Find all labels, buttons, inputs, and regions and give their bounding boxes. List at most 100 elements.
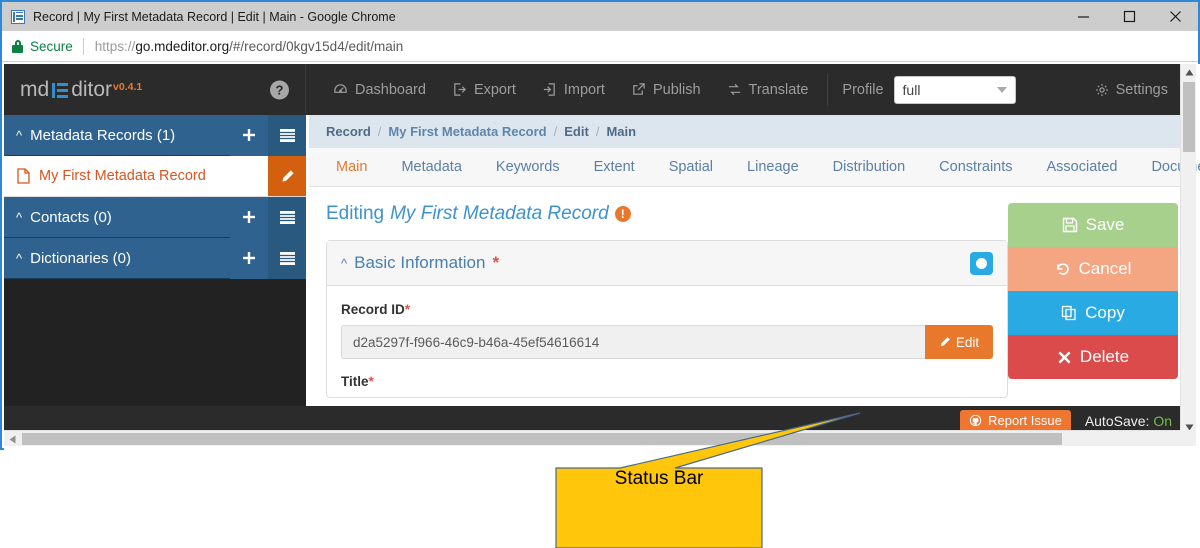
nav-import-label: Import: [563, 81, 605, 98]
save-button-label: Save: [1085, 215, 1125, 234]
title-label-text: Title: [341, 374, 369, 389]
nav-settings[interactable]: Settings: [1082, 64, 1184, 115]
panel-toggle[interactable]: [970, 251, 993, 275]
panel-header[interactable]: ^ Basic Information *: [327, 241, 1007, 286]
sidebar-group-contacts[interactable]: ^ Contacts (0): [4, 196, 306, 238]
pencil-icon: [281, 169, 294, 182]
profile-group: Profile full: [834, 75, 1016, 104]
window-title: Record | My First Metadata Record | Edit…: [33, 9, 396, 24]
copy-icon: [1062, 305, 1076, 321]
sidebar-record-item[interactable]: My First Metadata Record: [4, 156, 306, 197]
tab-associated[interactable]: Associated: [1030, 148, 1135, 186]
required-marker: *: [404, 302, 411, 317]
editing-record-name: My First Metadata Record: [390, 203, 609, 224]
record-id-edit-button[interactable]: Edit: [925, 325, 993, 359]
breadcrumb-item-my-first-metadata-record[interactable]: My First Metadata Record: [388, 124, 546, 139]
tab-extent[interactable]: Extent: [577, 148, 652, 186]
tab-keywords[interactable]: Keywords: [479, 148, 577, 186]
vertical-scrollbar[interactable]: [1180, 64, 1196, 435]
browser-titlebar: Record | My First Metadata Record | Edit…: [2, 2, 1198, 31]
document-icon: [17, 168, 30, 184]
translate-icon: [728, 83, 740, 96]
brand-text: md ditor v0.4.1: [20, 78, 142, 102]
sidebar-group-metadata-records[interactable]: ^ Metadata Records (1): [4, 114, 306, 156]
security-label: Secure: [30, 38, 73, 54]
dashboard-icon: [334, 84, 347, 93]
list-contacts-button[interactable]: [268, 196, 306, 238]
scroll-up-icon[interactable]: [1181, 64, 1197, 80]
basic-information-panel: ^ Basic Information * Record ID* d2a5297…: [326, 240, 1008, 398]
record-id-input[interactable]: d2a5297f-f966-46c9-b46a-45ef54616614: [341, 325, 925, 359]
brand-suffix: ditor: [71, 77, 113, 101]
profile-select[interactable]: full: [893, 75, 1016, 104]
nav-translate-label: Translate: [748, 81, 809, 98]
maximize-icon[interactable]: [1106, 2, 1152, 31]
warning-icon[interactable]: !: [614, 206, 631, 222]
tab-distribution[interactable]: Distribution: [816, 148, 923, 186]
sidebar-record-item-label: My First Metadata Record: [39, 168, 206, 184]
breadcrumb-item-record[interactable]: Record: [326, 124, 371, 139]
required-marker: *: [368, 374, 374, 389]
gear-icon: [1095, 83, 1108, 96]
nav-translate[interactable]: Translate: [714, 64, 822, 115]
tab-lineage[interactable]: Lineage: [730, 148, 816, 186]
urlbar-divider: [82, 37, 84, 55]
close-icon[interactable]: [1152, 2, 1198, 31]
title-label: Title*: [341, 374, 993, 389]
tab-main[interactable]: Main: [319, 148, 384, 186]
nav-publish[interactable]: Publish: [618, 64, 714, 115]
url-scheme: https://: [94, 38, 136, 54]
browser-viewport: md ditor v0.4.1 ? Dashboard Export Impor…: [4, 64, 1200, 450]
breadcrumb-item-edit[interactable]: Edit: [564, 124, 589, 139]
url-text[interactable]: https://go.mdeditor.org/#/record/0kgv15d…: [95, 39, 403, 54]
list-icon: [279, 210, 295, 224]
chevron-up-icon: ^: [16, 250, 23, 266]
nav-dashboard[interactable]: Dashboard: [320, 64, 439, 115]
breadcrumb: Record / My First Metadata Record / Edit…: [309, 115, 1184, 148]
app-navbar: Dashboard Export Import Publish Translat…: [306, 64, 1184, 115]
brand-prefix: md: [20, 77, 50, 101]
breadcrumb-separator: /: [553, 124, 558, 139]
chevron-up-icon: ^: [16, 209, 23, 225]
delete-button[interactable]: Delete: [1008, 335, 1178, 379]
import-icon: [543, 83, 555, 96]
browser-urlbar[interactable]: Secure https://go.mdeditor.org/#/record/…: [2, 31, 1198, 62]
publish-icon: [633, 83, 645, 95]
add-dictionary-button[interactable]: [230, 237, 268, 279]
cancel-button[interactable]: Cancel: [1008, 247, 1178, 291]
panel-title-label: Basic Information: [354, 253, 486, 272]
list-dictionaries-button[interactable]: [268, 237, 306, 279]
vertical-scrollbar-thumb[interactable]: [1183, 82, 1195, 152]
add-metadata-record-button[interactable]: [230, 114, 268, 156]
nav-export[interactable]: Export: [439, 64, 529, 115]
save-button[interactable]: Save: [1008, 203, 1178, 247]
content-area: Record / My First Metadata Record / Edit…: [306, 115, 1200, 435]
minimize-icon[interactable]: [1060, 2, 1106, 31]
app-brand[interactable]: md ditor v0.4.1 ?: [4, 64, 306, 115]
chevron-up-icon: ^: [341, 255, 348, 271]
nav-export-label: Export: [473, 81, 516, 98]
panel-body: Record ID* d2a5297f-f966-46c9-b46a-45ef5…: [327, 286, 1007, 389]
tab-metadata[interactable]: Metadata: [384, 148, 478, 186]
help-icon[interactable]: ?: [270, 80, 289, 99]
sidebar-group-dictionaries[interactable]: ^ Dictionaries (0): [4, 237, 306, 279]
copy-button[interactable]: Copy: [1008, 291, 1178, 335]
tab-constraints[interactable]: Constraints: [922, 148, 1029, 186]
nav-import[interactable]: Import: [529, 64, 618, 115]
toggle-knob-icon: [976, 257, 987, 269]
list-icon: [279, 128, 295, 142]
record-id-input-group: d2a5297f-f966-46c9-b46a-45ef54616614 Edi…: [341, 325, 993, 359]
list-metadata-records-button[interactable]: [268, 114, 306, 156]
cancel-button-label: Cancel: [1078, 259, 1132, 278]
edit-record-button[interactable]: [268, 156, 306, 196]
undo-icon: [1056, 263, 1069, 275]
list-icon: [279, 251, 295, 265]
record-id-label-text: Record ID: [341, 302, 405, 317]
export-icon: [454, 83, 466, 96]
breadcrumb-item-main: Main: [606, 124, 637, 139]
sidebar: ^ Metadata Records (1) My First Metadata…: [4, 114, 306, 435]
tab-spatial[interactable]: Spatial: [652, 148, 730, 186]
nav-dashboard-label: Dashboard: [355, 81, 426, 98]
add-contact-button[interactable]: [230, 196, 268, 238]
browser-window: Record | My First Metadata Record | Edit…: [0, 0, 1200, 450]
